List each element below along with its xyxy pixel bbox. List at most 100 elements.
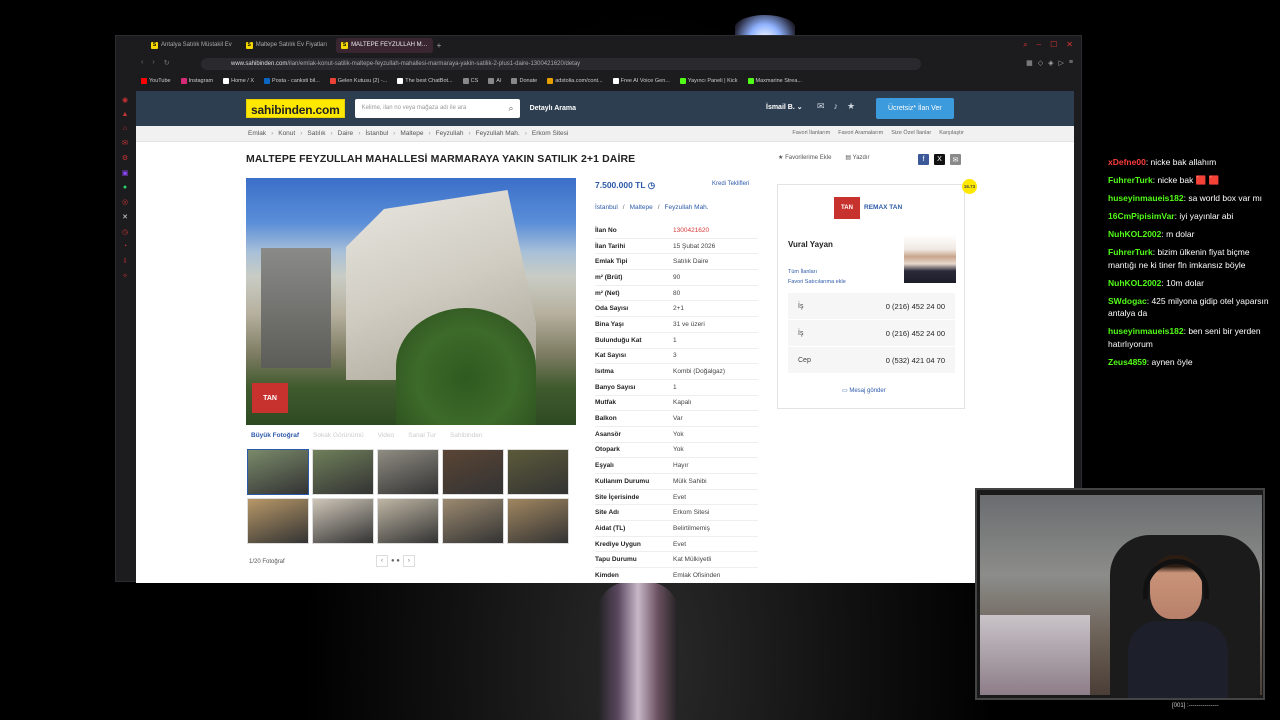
chat-username[interactable]: SWdogac (1108, 296, 1147, 306)
browser-tab[interactable]: S Antalya Satılık Müstakil Ev (146, 38, 237, 53)
back-icon[interactable]: ‹ (141, 59, 143, 67)
chat-username[interactable]: huseyinmaueis182 (1108, 193, 1184, 203)
settings-icon[interactable]: ⚙ (122, 154, 128, 162)
email-icon[interactable]: ✉ (950, 154, 961, 165)
print-button[interactable]: ▤ Yazdır (845, 154, 869, 161)
favorite-button[interactable]: ★ Favorilerime Ekle (778, 154, 831, 161)
chat-username[interactable]: 16CmPipisimVar (1108, 211, 1175, 221)
all-listings-link[interactable]: Tüm İlanları (788, 267, 846, 277)
bookmark-item[interactable]: Free AI Voice Gen... (612, 78, 670, 84)
extension-icon[interactable]: ▷ (1059, 59, 1064, 67)
next-photo-button[interactable]: › (402, 555, 415, 567)
x-icon[interactable]: ✕ (122, 213, 128, 221)
search-icon[interactable]: ⌕ (509, 99, 514, 118)
breadcrumb-item[interactable]: Satılık (307, 130, 325, 137)
photo-tab[interactable]: Video (378, 432, 395, 439)
forward-icon[interactable]: › (152, 59, 154, 67)
phone-row[interactable]: İş 0 (216) 452 24 00 (788, 320, 955, 347)
account-link[interactable]: Karşılaştır (939, 130, 964, 136)
location-item[interactable]: Maltepe (630, 204, 653, 211)
bookmark-item[interactable]: YouTube (141, 78, 171, 84)
extension-icon[interactable]: ▦ (1026, 59, 1033, 67)
breadcrumb-item[interactable]: Emlak (248, 130, 266, 137)
chat-username[interactable]: huseyinmaueis182 (1108, 326, 1184, 336)
download-icon[interactable]: ⇩ (122, 257, 128, 265)
new-tab-icon[interactable]: + (437, 41, 442, 50)
photo-thumbnail[interactable] (377, 498, 439, 544)
instagram-icon[interactable]: ◎ (122, 198, 128, 206)
photo-thumbnail[interactable] (312, 449, 374, 495)
bookmark-item[interactable]: Instagram (180, 78, 213, 84)
bookmark-item[interactable]: Donate (511, 78, 537, 84)
history-icon[interactable]: ◷ (122, 228, 128, 236)
favorite-seller-link[interactable]: Favori Satıcılarıma ekle (788, 277, 846, 287)
credit-offers-link[interactable]: Kredi Teklifleri (712, 181, 749, 187)
chat-username[interactable]: xDefne00 (1108, 157, 1146, 167)
extensions-icon[interactable]: ✧ (122, 272, 128, 280)
bookmark-item[interactable]: adstolia.com/cont... (547, 78, 603, 84)
account-link[interactable]: Size Özel İlanlar (891, 130, 931, 136)
star-icon[interactable]: ★ (847, 101, 855, 112)
extension-icon[interactable]: ◈ (1048, 59, 1053, 67)
site-logo[interactable]: sahibinden.com (246, 99, 345, 118)
bookmark-item[interactable]: Yayıncı Paneli | Kick (679, 78, 738, 84)
photo-tab[interactable]: Büyük Fotoğraf (251, 432, 299, 439)
user-menu[interactable]: İsmail B. ⌄ (766, 103, 803, 111)
advanced-search-link[interactable]: Detaylı Arama (530, 105, 576, 112)
x-icon[interactable]: X (934, 154, 945, 165)
photo-thumbnail[interactable] (507, 498, 569, 544)
search-icon[interactable]: ⌕ (1023, 40, 1027, 50)
breadcrumb-item[interactable]: Feyzullah Mah. (476, 130, 520, 137)
clock-icon[interactable]: ◔ (123, 243, 127, 250)
agency-logo[interactable]: TAN (834, 197, 860, 219)
breadcrumb-item[interactable]: Feyzullah (436, 130, 464, 137)
close-icon[interactable]: ✕ (1066, 40, 1073, 50)
bookmark-item[interactable]: CS (462, 78, 478, 84)
main-photo[interactable]: TAN (246, 178, 576, 425)
messenger-icon[interactable]: ▲ (122, 111, 129, 118)
facebook-icon[interactable]: f (918, 154, 929, 165)
chat-username[interactable]: FuhrerTurk (1108, 175, 1153, 185)
post-listing-button[interactable]: Ücretsiz* İlan Ver (876, 98, 954, 119)
browser-tab[interactable]: S Maltepe Satılık Ev Fiyatları (241, 38, 332, 53)
price-history-icon[interactable]: ◷ (648, 180, 655, 190)
home-icon[interactable]: ⌂ (123, 125, 127, 132)
breadcrumb-item[interactable]: İstanbul (365, 130, 388, 137)
twitch-icon[interactable]: ▣ (122, 169, 129, 177)
bookmark-item[interactable]: Gelen Kutusu (2) -... (329, 78, 387, 84)
photo-thumbnail[interactable] (312, 498, 374, 544)
mail-icon[interactable]: ✉ (122, 139, 128, 147)
account-link[interactable]: Favori Aramalarım (838, 130, 883, 136)
maximize-icon[interactable]: ☐ (1050, 40, 1057, 50)
chat-username[interactable]: NuhKOL2002 (1108, 278, 1161, 288)
mail-icon[interactable]: ✉ (817, 101, 825, 112)
breadcrumb-item[interactable]: Daire (338, 130, 354, 137)
location-item[interactable]: İstanbul (595, 204, 618, 211)
opera-icon[interactable]: ◉ (122, 96, 128, 104)
bookmark-item[interactable]: AI (488, 78, 501, 84)
photo-tab[interactable]: Sokak Görünümü (313, 432, 364, 439)
photo-thumbnail[interactable] (442, 498, 504, 544)
photo-thumbnail[interactable] (247, 449, 309, 495)
photo-thumbnail[interactable] (507, 449, 569, 495)
photo-thumbnail[interactable] (377, 449, 439, 495)
chat-username[interactable]: FuhrerTurk (1108, 247, 1153, 257)
menu-icon[interactable]: ≡ (1069, 59, 1073, 67)
url-field[interactable]: www.sahibinden.com/ilan/emlak-konut-sati… (201, 58, 921, 70)
photo-thumbnail[interactable] (247, 498, 309, 544)
photo-tab[interactable]: Sanal Tur (408, 432, 436, 439)
photo-thumbnail[interactable] (442, 449, 504, 495)
prev-photo-button[interactable]: ‹ (376, 555, 388, 567)
bookmark-item[interactable]: The best ChatBot... (397, 78, 453, 84)
whatsapp-icon[interactable]: ● (123, 184, 127, 191)
breadcrumb-item[interactable]: Maltepe (400, 130, 423, 137)
bookmark-item[interactable]: Home / X (223, 78, 254, 84)
photo-tab[interactable]: Sahibinden (450, 432, 483, 439)
browser-tab[interactable]: S MALTEPE FEYZULLAH M… (336, 37, 433, 53)
bell-icon[interactable]: ♪ (834, 101, 839, 112)
send-message-link[interactable]: ▭ Mesaj gönder (842, 387, 886, 394)
breadcrumb-item[interactable]: Konut (278, 130, 295, 137)
reload-icon[interactable]: ↻ (164, 59, 170, 67)
phone-row[interactable]: İş 0 (216) 452 24 00 (788, 293, 955, 320)
breadcrumb-item[interactable]: Erkom Sitesi (532, 130, 568, 137)
